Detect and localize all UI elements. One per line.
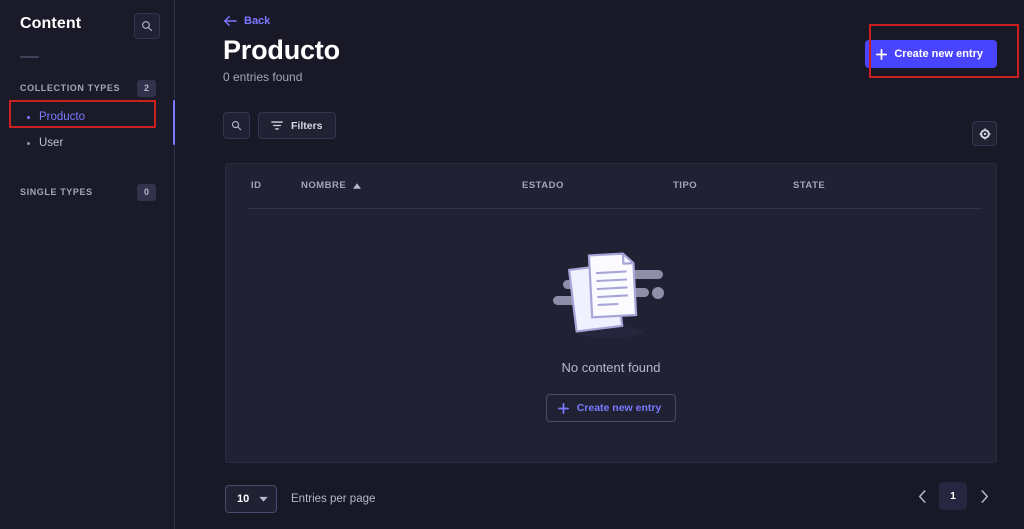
filter-icon	[271, 121, 283, 130]
empty-state-message: No content found	[561, 360, 661, 375]
table-footer: 10 Entries per page 1	[225, 482, 997, 515]
chevron-left-icon	[918, 489, 926, 503]
table-header-row: ID NOMBRE ESTADO TIPO STATE	[226, 164, 996, 209]
column-header-label: NOMBRE	[301, 180, 347, 191]
sidebar-header: Content	[0, 0, 174, 39]
entries-per-page-value: 10	[237, 493, 250, 505]
column-header-label: TIPO	[673, 180, 698, 191]
chevron-right-icon	[980, 489, 988, 503]
pagination-page-1[interactable]: 1	[939, 482, 967, 510]
table-settings-button[interactable]	[972, 121, 997, 146]
sidebar-search-button[interactable]	[134, 13, 160, 39]
column-header-nombre[interactable]: NOMBRE	[301, 180, 362, 191]
plus-icon	[876, 48, 888, 60]
column-header-id[interactable]: ID	[251, 180, 262, 191]
empty-state-create-label: Create new entry	[576, 402, 662, 414]
search-icon	[142, 21, 153, 32]
sidebar-title: Content	[20, 15, 82, 32]
entries-table-card: ID NOMBRE ESTADO TIPO STATE No content f…	[225, 163, 997, 463]
empty-state-create-button[interactable]: Create new entry	[545, 394, 677, 422]
sidebar-item-label: Producto	[39, 111, 86, 123]
back-label: Back	[244, 15, 271, 27]
pagination-page-label: 1	[950, 490, 956, 502]
column-header-state[interactable]: STATE	[793, 180, 825, 191]
pagination: 1	[909, 482, 997, 510]
entries-per-page-select[interactable]: 10	[225, 485, 277, 513]
sidebar-section-label: COLLECTION TYPES	[20, 83, 121, 93]
column-header-label: ESTADO	[522, 180, 564, 191]
column-header-tipo[interactable]: TIPO	[673, 180, 697, 191]
entries-per-page-label: Entries per page	[291, 493, 376, 505]
sidebar-section-badge: 0	[137, 183, 156, 201]
filters-button[interactable]: Filters	[258, 112, 336, 139]
plus-icon	[557, 402, 569, 414]
search-icon	[231, 120, 242, 131]
sidebar-section-label: SINGLE TYPES	[20, 187, 93, 197]
sidebar: Content COLLECTION TYPES 2 Producto User	[0, 0, 176, 529]
pagination-next-button[interactable]	[971, 483, 997, 509]
sidebar-section-collection-types: COLLECTION TYPES 2	[0, 79, 174, 97]
sidebar-section-single-types: SINGLE TYPES 0	[0, 183, 174, 201]
column-header-estado[interactable]: ESTADO	[522, 180, 564, 191]
sidebar-item-producto[interactable]: Producto	[0, 104, 174, 130]
gear-icon	[978, 127, 991, 140]
sidebar-item-label: User	[39, 137, 64, 149]
sidebar-collection-list: Producto User	[0, 104, 174, 156]
column-header-label: ID	[251, 180, 262, 191]
filters-label: Filters	[291, 119, 323, 132]
strapi-content-manager: Content COLLECTION TYPES 2 Producto User	[0, 0, 1024, 529]
pagination-prev-button[interactable]	[909, 483, 935, 509]
caret-up-icon	[353, 182, 362, 189]
chevron-down-icon	[259, 496, 268, 502]
bullet-icon	[27, 115, 30, 119]
arrow-left-icon	[224, 15, 237, 27]
sidebar-section-badge: 2	[137, 79, 156, 97]
table-header-separator	[248, 208, 982, 209]
sidebar-divider	[20, 56, 39, 58]
documents-illustration	[553, 252, 664, 338]
back-link[interactable]: Back	[175, 0, 1024, 27]
sidebar-item-user[interactable]: User	[0, 130, 174, 156]
create-new-entry-button[interactable]: Create new entry	[865, 40, 997, 68]
entries-count: 0 entries found	[223, 70, 303, 84]
empty-state: No content found Create new entry	[226, 216, 996, 462]
toolbar: Filters	[175, 112, 1024, 139]
column-header-label: STATE	[793, 180, 826, 191]
create-new-entry-label: Create new entry	[894, 48, 983, 60]
bullet-icon	[27, 141, 30, 145]
entries-per-page-group: 10 Entries per page	[225, 485, 375, 513]
main-content: Back Producto 0 entries found Create new…	[175, 0, 1024, 529]
search-button[interactable]	[223, 112, 250, 139]
